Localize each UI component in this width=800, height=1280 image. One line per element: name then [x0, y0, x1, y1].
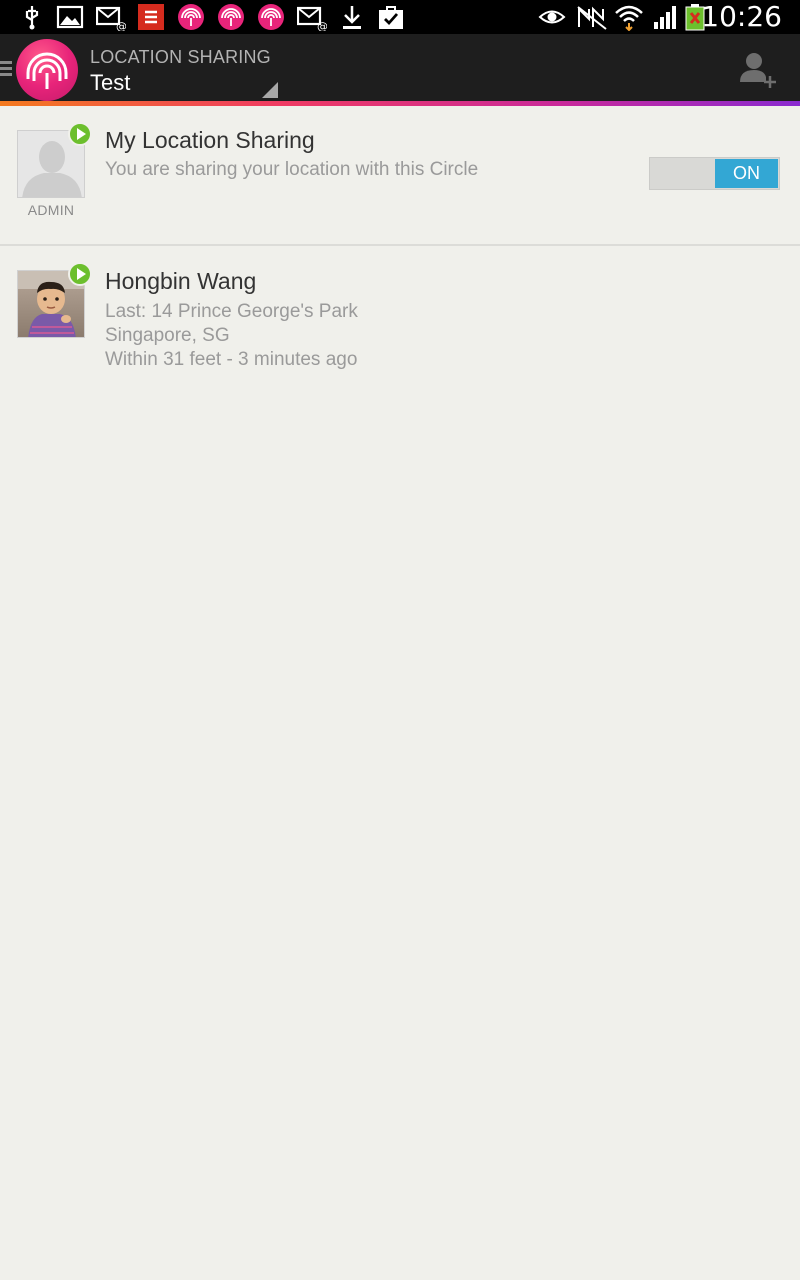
life360-icon — [257, 3, 285, 31]
status-play-icon — [68, 262, 92, 286]
svg-text:@: @ — [116, 20, 126, 31]
no-signal-icon — [576, 3, 608, 31]
eye-icon — [538, 3, 566, 31]
flipboard-icon — [137, 3, 165, 31]
bag-check-icon — [377, 3, 405, 31]
my-sharing-title: My Location Sharing — [105, 127, 315, 153]
member-accuracy: Within 31 feet - 3 minutes ago — [105, 349, 358, 370]
life360-icon — [217, 3, 245, 31]
member-list: ADMIN My Location Sharing You are sharin… — [0, 106, 800, 1280]
download-icon — [340, 3, 364, 31]
email-icon: @ — [96, 3, 126, 31]
action-bar-subtitle: LOCATION SHARING — [90, 47, 271, 67]
admin-label: ADMIN — [27, 202, 75, 218]
list-item[interactable]: Hongbin Wang Last: 14 Prince George's Pa… — [0, 246, 800, 386]
circle-selector[interactable]: Test — [90, 70, 130, 96]
add-person-icon[interactable] — [738, 50, 778, 90]
cell-signal-icon — [652, 3, 680, 31]
svg-text:@: @ — [317, 20, 327, 31]
usb-icon — [22, 3, 42, 31]
life360-logo-icon[interactable] — [16, 39, 78, 101]
gallery-icon — [56, 3, 84, 31]
status-play-icon — [68, 122, 92, 146]
menu-icon[interactable] — [0, 61, 12, 77]
my-location-sharing-row[interactable]: ADMIN My Location Sharing You are sharin… — [0, 106, 800, 244]
member-city: Singapore, SG — [105, 325, 230, 346]
status-bar: @ @ 10:26 — [0, 0, 800, 34]
dropdown-indicator-icon[interactable] — [262, 82, 278, 98]
status-time: 10:26 — [701, 0, 782, 33]
my-sharing-description: You are sharing your location with this … — [105, 159, 479, 180]
location-sharing-toggle[interactable]: ON — [649, 157, 780, 190]
action-bar: LOCATION SHARING Test — [0, 34, 800, 102]
member-last-location: Last: 14 Prince George's Park — [105, 301, 358, 322]
wifi-icon — [614, 3, 644, 31]
toggle-on-label: ON — [715, 159, 778, 188]
email-icon: @ — [297, 3, 327, 31]
member-name: Hongbin Wang — [105, 268, 257, 294]
life360-icon — [177, 3, 205, 31]
